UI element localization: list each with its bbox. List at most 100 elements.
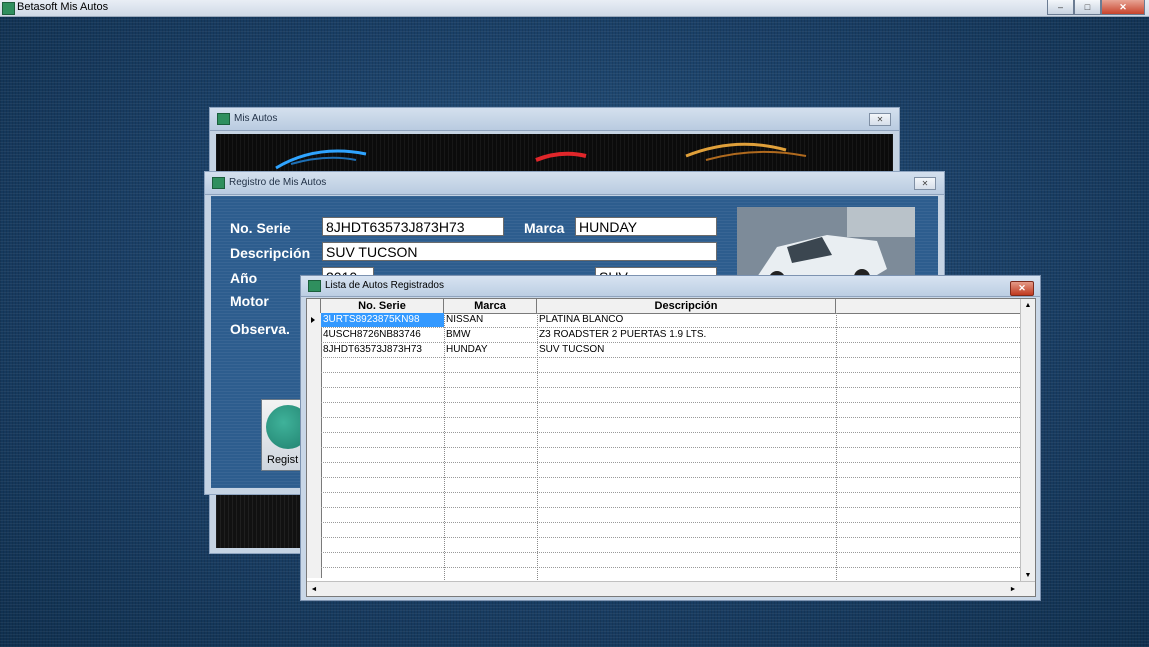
- table-cell[interactable]: [537, 418, 836, 432]
- table-cell[interactable]: [836, 358, 1020, 372]
- table-cell[interactable]: [444, 553, 537, 567]
- registro-close-button[interactable]: ✕: [914, 177, 936, 190]
- lista-close-button[interactable]: ✕: [1010, 281, 1034, 296]
- empty-row[interactable]: [321, 403, 1020, 418]
- table-cell[interactable]: [444, 493, 537, 507]
- scroll-right-button[interactable]: ►: [1007, 583, 1019, 595]
- table-cell[interactable]: [444, 538, 537, 552]
- empty-row[interactable]: [321, 478, 1020, 493]
- table-cell[interactable]: [836, 403, 1020, 417]
- table-cell[interactable]: [537, 373, 836, 387]
- column-header-extra[interactable]: [836, 299, 1020, 313]
- column-header-marca[interactable]: Marca: [444, 299, 537, 313]
- table-cell[interactable]: [537, 553, 836, 567]
- mis-autos-close-button[interactable]: ✕: [869, 113, 891, 126]
- table-cell[interactable]: [321, 493, 444, 507]
- table-cell[interactable]: [321, 508, 444, 522]
- maximize-button[interactable]: □: [1074, 0, 1101, 15]
- table-cell[interactable]: [321, 553, 444, 567]
- table-cell[interactable]: [836, 418, 1020, 432]
- table-cell[interactable]: [836, 508, 1020, 522]
- table-cell[interactable]: [537, 478, 836, 492]
- table-cell[interactable]: [537, 538, 836, 552]
- marca-field[interactable]: HUNDAY: [575, 217, 717, 236]
- table-cell[interactable]: Z3 ROADSTER 2 PUERTAS 1.9 LTS.: [537, 328, 836, 342]
- table-cell[interactable]: [321, 373, 444, 387]
- empty-row[interactable]: [321, 553, 1020, 568]
- serie-field[interactable]: 8JHDT63573J873H73: [322, 217, 504, 236]
- table-cell[interactable]: [444, 403, 537, 417]
- table-cell[interactable]: [444, 358, 537, 372]
- table-cell[interactable]: [444, 478, 537, 492]
- table-cell[interactable]: [836, 523, 1020, 537]
- table-cell[interactable]: [537, 433, 836, 447]
- table-cell[interactable]: [444, 373, 537, 387]
- table-cell[interactable]: [836, 463, 1020, 477]
- empty-row[interactable]: [321, 463, 1020, 478]
- table-cell[interactable]: [836, 478, 1020, 492]
- table-cell[interactable]: [321, 358, 444, 372]
- table-cell[interactable]: [321, 448, 444, 462]
- table-cell[interactable]: [537, 523, 836, 537]
- table-cell[interactable]: [836, 448, 1020, 462]
- empty-row[interactable]: [321, 538, 1020, 553]
- empty-row[interactable]: [321, 388, 1020, 403]
- table-cell[interactable]: [444, 463, 537, 477]
- scroll-left-button[interactable]: ◄: [308, 583, 320, 595]
- close-button[interactable]: ✕: [1101, 0, 1145, 15]
- table-cell[interactable]: 8JHDT63573J873H73: [321, 343, 444, 357]
- table-cell[interactable]: [836, 373, 1020, 387]
- autos-grid[interactable]: No. Serie Marca Descripción 3URTS8923875…: [306, 298, 1036, 597]
- empty-row[interactable]: [321, 493, 1020, 508]
- table-cell[interactable]: [836, 343, 1020, 357]
- table-cell[interactable]: [537, 403, 836, 417]
- table-cell[interactable]: [537, 358, 836, 372]
- empty-row[interactable]: [321, 508, 1020, 523]
- table-cell[interactable]: [321, 388, 444, 402]
- table-cell[interactable]: 3URTS8923875KN98: [321, 313, 444, 327]
- empty-row[interactable]: [321, 448, 1020, 463]
- empty-row[interactable]: [321, 358, 1020, 373]
- empty-row[interactable]: [321, 433, 1020, 448]
- table-cell[interactable]: [537, 493, 836, 507]
- table-cell[interactable]: [537, 508, 836, 522]
- table-cell[interactable]: PLATINA BLANCO: [537, 313, 836, 327]
- table-cell[interactable]: [444, 523, 537, 537]
- horizontal-scrollbar[interactable]: ◄ ►: [307, 581, 1035, 596]
- empty-row[interactable]: [321, 523, 1020, 538]
- table-cell[interactable]: [836, 313, 1020, 327]
- table-row[interactable]: 8JHDT63573J873H73 HUNDAY SUV TUCSON: [321, 343, 1020, 358]
- table-cell[interactable]: [444, 418, 537, 432]
- table-cell[interactable]: [444, 433, 537, 447]
- table-cell[interactable]: [537, 448, 836, 462]
- column-header-descripcion[interactable]: Descripción: [537, 299, 836, 313]
- table-cell[interactable]: [537, 388, 836, 402]
- table-cell[interactable]: [321, 433, 444, 447]
- table-cell[interactable]: [836, 433, 1020, 447]
- empty-row[interactable]: [321, 373, 1020, 388]
- table-cell[interactable]: [321, 463, 444, 477]
- table-cell[interactable]: [836, 538, 1020, 552]
- column-header-serie[interactable]: No. Serie: [321, 299, 444, 313]
- table-row[interactable]: 3URTS8923875KN98 NISSAN PLATINA BLANCO: [321, 313, 1020, 328]
- scroll-up-button[interactable]: ▲: [1021, 299, 1035, 311]
- table-cell[interactable]: [836, 388, 1020, 402]
- table-cell[interactable]: HUNDAY: [444, 343, 537, 357]
- table-cell[interactable]: [444, 508, 537, 522]
- table-cell[interactable]: [321, 418, 444, 432]
- table-cell[interactable]: [321, 403, 444, 417]
- table-row[interactable]: 4USCH8726NB83746 BMW Z3 ROADSTER 2 PUERTAS…: [321, 328, 1020, 343]
- vertical-scrollbar[interactable]: ▲ ▼: [1020, 299, 1035, 581]
- table-cell[interactable]: [836, 328, 1020, 342]
- table-cell[interactable]: [836, 553, 1020, 567]
- table-cell[interactable]: NISSAN: [444, 313, 537, 327]
- minimize-button[interactable]: –: [1047, 0, 1074, 15]
- descripcion-field[interactable]: SUV TUCSON: [322, 242, 717, 261]
- table-cell[interactable]: [321, 523, 444, 537]
- table-cell[interactable]: [537, 463, 836, 477]
- table-cell[interactable]: [444, 388, 537, 402]
- table-cell[interactable]: SUV TUCSON: [537, 343, 836, 357]
- table-cell[interactable]: 4USCH8726NB83746: [321, 328, 444, 342]
- empty-row[interactable]: [321, 418, 1020, 433]
- row-selector-column[interactable]: [307, 313, 322, 578]
